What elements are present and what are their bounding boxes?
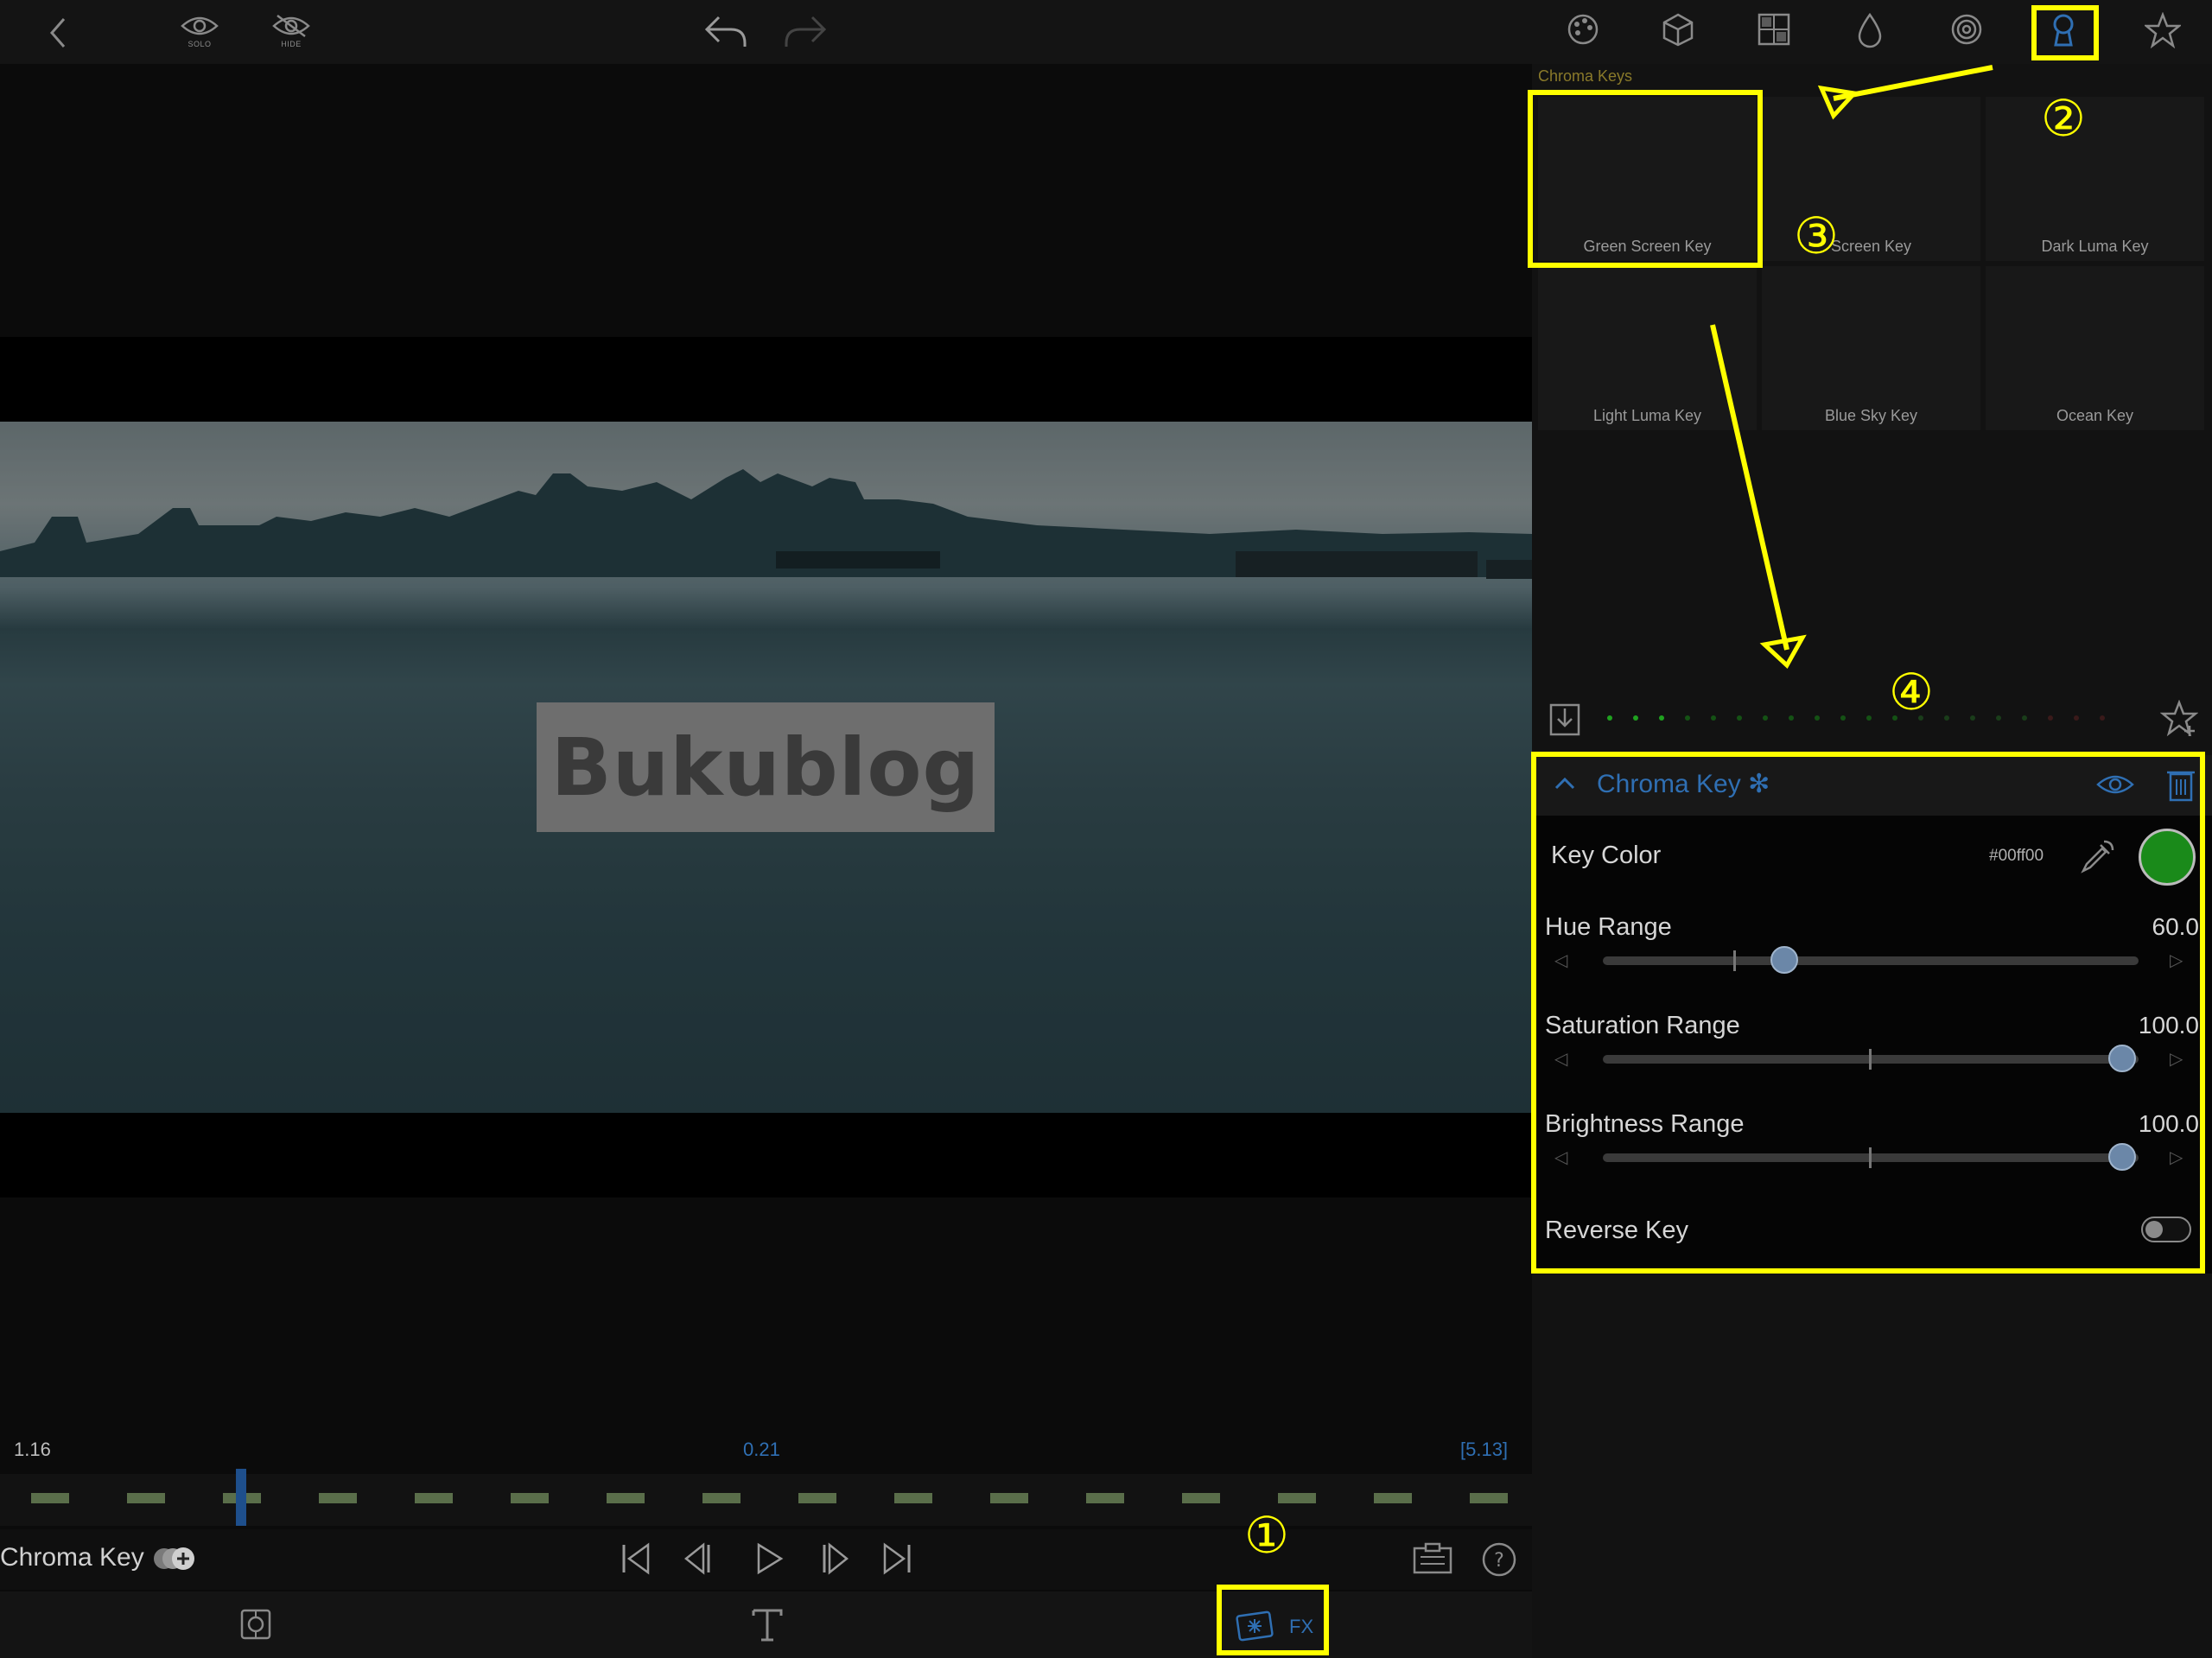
timeline-clip-thumb[interactable] (511, 1493, 549, 1503)
annotation-box-chroma-panel (1531, 752, 2205, 1274)
solo-eye-icon[interactable] (179, 14, 220, 38)
level-dot (2022, 715, 2027, 721)
download-icon[interactable] (1548, 700, 1581, 738)
spiral-icon[interactable] (1949, 12, 1984, 47)
effect-name-label: Chroma Key (0, 1543, 144, 1572)
level-dot (1737, 715, 1742, 721)
level-dot (1633, 715, 1638, 721)
hide-label: HIDE (281, 40, 302, 48)
preset-blue-sky-key[interactable]: Blue Sky Key (1762, 266, 1980, 430)
annotation-step-4: ④ (1889, 663, 1934, 721)
timeline-clip-thumb[interactable] (1374, 1493, 1412, 1503)
level-dot (1711, 715, 1716, 721)
favorite-add-icon[interactable] (2160, 700, 2198, 738)
step-forward-icon[interactable] (816, 1541, 850, 1576)
top-toolbar: SOLO HIDE (0, 0, 2212, 64)
timeline-playhead[interactable] (236, 1469, 246, 1526)
level-dot (1815, 715, 1820, 721)
undo-icon[interactable] (702, 12, 750, 50)
timeline-clip-thumb[interactable] (798, 1493, 836, 1503)
solo-label: SOLO (188, 40, 212, 48)
step-back-icon[interactable] (683, 1541, 717, 1576)
preset-dark-luma-key[interactable]: Dark Luma Key (1986, 97, 2204, 261)
help-icon[interactable]: ? (1481, 1541, 1517, 1578)
cube-icon[interactable] (1661, 12, 1695, 47)
level-dot (1866, 715, 1872, 721)
level-dot (1996, 715, 2001, 721)
timeline-clip-thumb[interactable] (1470, 1493, 1508, 1503)
level-meter (1607, 715, 2126, 724)
back-icon[interactable] (47, 16, 71, 50)
title-overlay[interactable]: Bukublog (537, 702, 995, 832)
skip-start-icon[interactable] (619, 1541, 653, 1576)
level-dot (1763, 715, 1768, 721)
timeline-clip-thumb[interactable] (1278, 1493, 1316, 1503)
annotation-box-green-screen (1528, 90, 1763, 268)
timeline-clip-thumb[interactable] (1182, 1493, 1220, 1503)
level-dot (2100, 715, 2105, 721)
level-dot (1789, 715, 1794, 721)
timeline-clip-thumb[interactable] (702, 1493, 741, 1503)
redo-icon[interactable] (781, 12, 830, 50)
timeline-clip-thumb[interactable] (607, 1493, 645, 1503)
palette-icon[interactable] (1566, 12, 1600, 47)
timeline-strip[interactable] (0, 1474, 1532, 1526)
annotation-box-fx (1217, 1585, 1329, 1655)
timeline-clip-thumb[interactable] (1086, 1493, 1124, 1503)
title-overlay-text: Bukublog (550, 721, 981, 814)
level-dot (1607, 715, 1612, 721)
timeline-total-time: [5.13] (1460, 1439, 1509, 1460)
preset-light-luma-key[interactable]: Light Luma Key (1538, 266, 1757, 430)
level-dot (2074, 715, 2079, 721)
annotation-box-keyhole (2031, 5, 2099, 60)
timeline-start-time: 1.16 (14, 1439, 51, 1460)
annotation-step-1: ① (1244, 1506, 1289, 1565)
drop-icon[interactable] (1854, 12, 1885, 48)
clipboard-icon[interactable] (1412, 1541, 1453, 1576)
timeline-clip-thumb[interactable] (319, 1493, 357, 1503)
timeline-current-time: 0.21 (743, 1439, 780, 1460)
level-dot (2048, 715, 2053, 721)
preset-ocean-key[interactable]: Ocean Key (1986, 266, 2204, 430)
hide-eye-icon[interactable] (270, 14, 312, 38)
timeline-clip-thumb[interactable] (127, 1493, 165, 1503)
play-icon[interactable] (752, 1541, 786, 1576)
transport-bar: Chroma Key ? (0, 1529, 1532, 1590)
level-dot (1659, 715, 1664, 721)
skip-end-icon[interactable] (880, 1541, 914, 1576)
text-icon[interactable] (750, 1605, 785, 1643)
level-dot (1970, 715, 1975, 721)
annotation-step-2: ② (2041, 89, 2086, 148)
annotation-step-3: ③ (1794, 206, 1839, 265)
target-icon[interactable] (238, 1607, 273, 1642)
timeline-clip-thumb[interactable] (415, 1493, 453, 1503)
level-dot (1840, 715, 1846, 721)
timeline-clip-thumb[interactable] (990, 1493, 1028, 1503)
add-effect-icon[interactable] (154, 1545, 195, 1572)
level-dot (1944, 715, 1949, 721)
timeline-clip-thumb[interactable] (31, 1493, 69, 1503)
star-icon[interactable] (2145, 12, 2181, 48)
level-dot (1685, 715, 1690, 721)
presets-section-title: Chroma Keys (1538, 67, 1633, 85)
grid-icon[interactable] (1757, 12, 1791, 47)
svg-text:?: ? (1494, 1550, 1504, 1572)
timeline-clip-thumb[interactable] (894, 1493, 932, 1503)
